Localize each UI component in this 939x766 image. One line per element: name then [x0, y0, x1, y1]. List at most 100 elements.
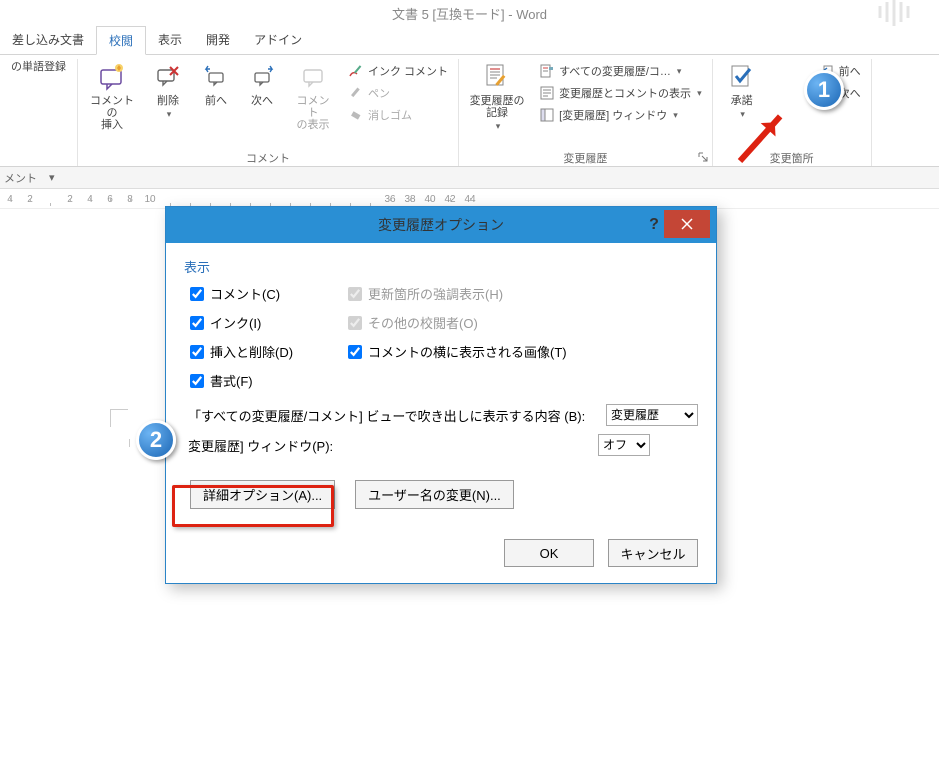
eraser-label: 消しゴム: [368, 107, 412, 123]
display-for-review-button[interactable]: すべての変更履歴/コ…: [535, 61, 706, 81]
chk-comment-label: コメント(C): [210, 284, 280, 303]
prev-comment-icon: [200, 61, 232, 93]
tab-review[interactable]: 校閲: [96, 26, 146, 55]
show-markup-button[interactable]: 変更履歴とコメントの表示: [535, 83, 706, 103]
chk-ink-input[interactable]: [190, 316, 204, 330]
show-markup-icon: [539, 85, 555, 101]
dialog-body: 表示 コメント(C) 更新箇所の強調表示(H) インク(I) その他の校閲者(O…: [166, 243, 716, 521]
next-comment-icon: [246, 61, 278, 93]
page-margin-mark: [129, 439, 130, 447]
chk-ink-label: インク(I): [210, 313, 261, 332]
dialog-title-bar[interactable]: 変更履歴オプション ?: [166, 207, 716, 243]
chk-others[interactable]: その他の校閲者(O): [348, 313, 698, 332]
tab-developer[interactable]: 開発: [194, 26, 242, 54]
ribbon: の単語登録 コメントの 挿入: [0, 55, 939, 167]
chk-format-label: 書式(F): [210, 371, 253, 390]
pane-select[interactable]: オフ: [598, 434, 650, 456]
change-username-button[interactable]: ユーザー名の変更(N)...: [355, 480, 514, 509]
chk-ink[interactable]: インク(I): [190, 313, 340, 332]
ok-button[interactable]: OK: [504, 539, 594, 567]
delete-comment-icon: [152, 61, 184, 93]
reviewing-pane-icon: [539, 107, 555, 123]
show-markup-label: 変更履歴とコメントの表示: [559, 85, 691, 101]
title-bar: 文書 5 [互換モード] - Word: [0, 0, 939, 26]
track-changes-button[interactable]: 変更履歴の 記録: [465, 59, 529, 134]
chk-format[interactable]: 書式(F): [190, 371, 340, 390]
ink-comment-icon: [348, 63, 364, 79]
group-tracking-label: 変更履歴: [465, 148, 706, 166]
chk-images-input[interactable]: [348, 345, 362, 359]
chk-highlight[interactable]: 更新箇所の強調表示(H): [348, 284, 698, 303]
title-decoration: [877, 0, 919, 26]
tracking-dialog-launcher[interactable]: [696, 150, 710, 164]
balloon-select[interactable]: 変更履歴: [606, 404, 698, 426]
window-title: 文書 5 [互換モード] - Word: [392, 4, 547, 23]
new-comment-label: コメントの 挿入: [88, 95, 136, 131]
chk-comment-input[interactable]: [190, 287, 204, 301]
sub-bar: メント ▾: [0, 167, 939, 189]
chk-highlight-label: 更新箇所の強調表示(H): [368, 284, 503, 303]
callout-2: 2: [136, 420, 176, 460]
group-proofing-label: [6, 148, 71, 166]
prev-comment-button[interactable]: 前へ: [196, 59, 236, 109]
show-comments-icon: [297, 61, 329, 93]
chk-comment[interactable]: コメント(C): [190, 284, 340, 303]
ink-comment-button[interactable]: インク コメント: [344, 61, 452, 81]
eraser-button[interactable]: 消しゴム: [344, 105, 452, 125]
dialog-title-text: 変更履歴オプション: [378, 215, 504, 235]
word-register-button[interactable]: の単語登録: [6, 59, 71, 75]
group-proofing: の単語登録: [0, 59, 78, 166]
chk-others-label: その他の校閲者(O): [368, 313, 478, 332]
next-comment-label: 次へ: [251, 95, 273, 107]
cancel-button[interactable]: キャンセル: [608, 539, 698, 567]
group-changes: 承諾 前へ 次へ 変更箇所: [713, 59, 872, 166]
chk-insdel[interactable]: 挿入と削除(D): [190, 342, 340, 361]
advanced-options-button[interactable]: 詳細オプション(A)...: [190, 480, 335, 509]
prev-comment-label: 前へ: [205, 95, 227, 107]
group-comments-label: コメント: [84, 148, 452, 166]
tab-addin[interactable]: アドイン: [242, 26, 314, 54]
dialog-tracking-options: 変更履歴オプション ? 表示 コメント(C) 更新箇所の強調表示(H) インク(…: [165, 206, 717, 584]
eraser-icon: [348, 107, 364, 123]
reviewing-pane-button[interactable]: [変更履歴] ウィンドウ: [535, 105, 706, 125]
delete-comment-label: 削除: [157, 95, 179, 107]
show-comments-button[interactable]: コメント の表示: [288, 59, 338, 133]
chk-images[interactable]: コメントの横に表示される画像(T): [348, 342, 698, 361]
ribbon-tabs: 差し込み文書 校閲 表示 開発 アドイン: [0, 26, 939, 55]
chk-others-input[interactable]: [348, 316, 362, 330]
chk-images-label: コメントの横に表示される画像(T): [368, 342, 567, 361]
balloon-label: 「すべての変更履歴/コメント] ビューで吹き出しに表示する内容 (B):: [188, 406, 598, 425]
show-comments-label: コメント の表示: [292, 95, 334, 131]
track-changes-icon: [481, 61, 513, 93]
pen-icon: [348, 85, 364, 101]
next-comment-button[interactable]: 次へ: [242, 59, 282, 109]
chk-insdel-input[interactable]: [190, 345, 204, 359]
group-tracking: 変更履歴の 記録 すべての変更履歴/コ… 変更履歴とコメントの表示: [459, 59, 713, 166]
pen-label: ペン: [368, 85, 390, 101]
reviewing-pane-label: [変更履歴] ウィンドウ: [559, 107, 667, 123]
dialog-close-button[interactable]: [664, 210, 710, 238]
display-for-review-label: すべての変更履歴/コ…: [559, 63, 671, 79]
chk-format-input[interactable]: [190, 374, 204, 388]
page-corner-left: [110, 409, 128, 427]
pen-button[interactable]: ペン: [344, 83, 452, 103]
group-comments: コメントの 挿入 削除: [78, 59, 459, 166]
display-for-review-icon: [539, 63, 555, 79]
callout-1: 1: [804, 70, 844, 110]
sub-bar-dropdown-icon[interactable]: ▾: [49, 171, 55, 184]
new-comment-button[interactable]: コメントの 挿入: [84, 59, 140, 133]
chk-highlight-input[interactable]: [348, 287, 362, 301]
delete-comment-button[interactable]: 削除: [146, 59, 190, 122]
accept-icon: [726, 61, 758, 93]
word-register-label: の単語登録: [11, 61, 66, 73]
pane-label: 変更履歴] ウィンドウ(P):: [188, 436, 590, 455]
sub-bar-label: メント: [4, 170, 37, 186]
changes-prev-label: 前へ: [839, 63, 861, 79]
ink-comment-label: インク コメント: [368, 63, 448, 79]
tab-view[interactable]: 表示: [146, 26, 194, 54]
tab-mailings[interactable]: 差し込み文書: [0, 26, 96, 54]
track-changes-label: 変更履歴の 記録: [470, 95, 525, 119]
accept-button[interactable]: 承諾: [719, 59, 765, 122]
accept-label: 承諾: [731, 95, 753, 107]
chk-insdel-label: 挿入と削除(D): [210, 342, 293, 361]
